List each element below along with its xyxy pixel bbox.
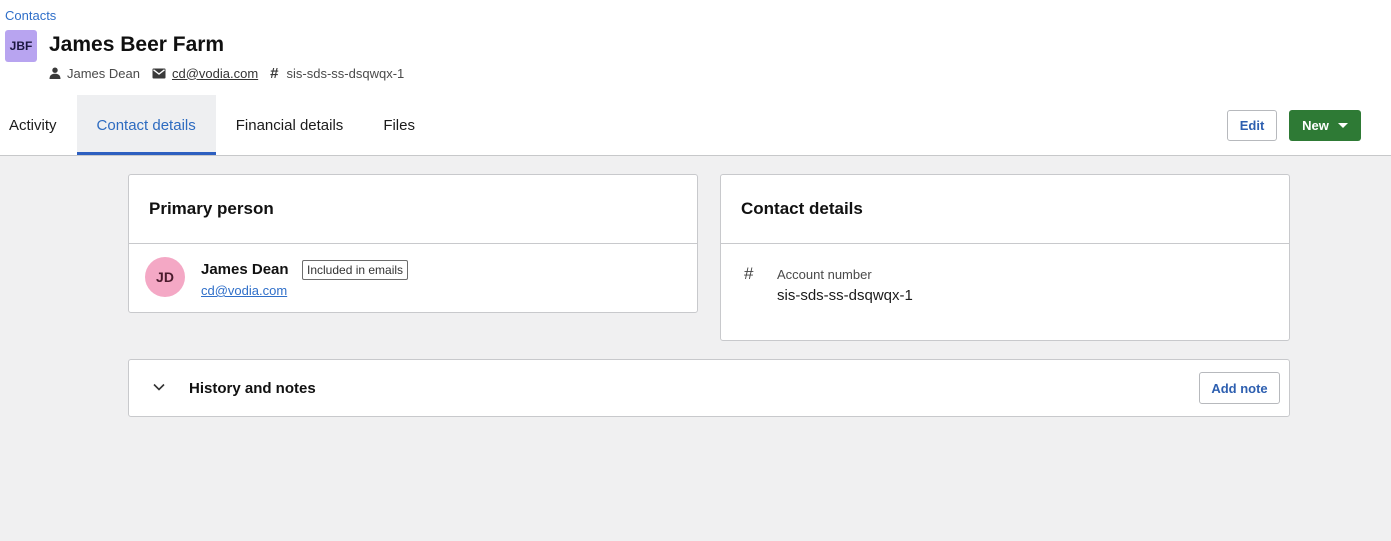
contact-details-title: Contact details (721, 175, 1289, 244)
meta-email: cd@vodia.com (152, 66, 258, 81)
page-header: Contacts JBF James Beer Farm James Dean … (0, 0, 1391, 156)
tab-contact-details[interactable]: Contact details (76, 95, 216, 155)
history-and-notes-panel: History and notes Add note (128, 359, 1290, 417)
account-number-label: Account number (777, 267, 872, 282)
hash-icon: # (270, 64, 279, 82)
new-button[interactable]: New (1289, 110, 1361, 141)
primary-person-card: Primary person JD James Dean Included in… (128, 174, 698, 313)
account-number-row: # Account number sis-sds-ss-dsqwqx-1 (721, 244, 1289, 340)
tab-files[interactable]: Files (363, 95, 435, 155)
meta-email-link[interactable]: cd@vodia.com (172, 66, 258, 81)
history-title: History and notes (189, 380, 316, 397)
person-icon (49, 67, 61, 79)
person-avatar: JD (145, 257, 185, 297)
breadcrumb-contacts[interactable]: Contacts (5, 8, 56, 23)
new-button-label: New (1302, 118, 1329, 133)
hash-icon: # (744, 264, 754, 283)
person-name: James Dean (201, 261, 289, 278)
edit-button[interactable]: Edit (1227, 110, 1277, 141)
tab-financial-details[interactable]: Financial details (216, 95, 364, 155)
chevron-down-icon[interactable] (153, 383, 165, 391)
mail-icon (152, 68, 166, 78)
meta-account-number: sis-sds-ss-dsqwqx-1 (286, 65, 405, 81)
contact-details-card: Contact details # Account number sis-sds… (720, 174, 1290, 341)
account-number-value: sis-sds-ss-dsqwqx-1 (777, 287, 913, 304)
add-note-button[interactable]: Add note (1199, 372, 1280, 404)
person-email-link[interactable]: cd@vodia.com (201, 283, 287, 298)
contact-meta: James Dean cd@vodia.com # sis-sds-ss-dsq… (49, 64, 416, 82)
primary-person-row: JD James Dean Included in emails cd@vodi… (129, 244, 697, 312)
tab-activity[interactable]: Activity (0, 95, 77, 155)
meta-account: # sis-sds-ss-dsqwqx-1 (270, 65, 404, 82)
included-in-emails-badge: Included in emails (302, 260, 409, 280)
contact-avatar: JBF (5, 30, 37, 62)
tab-bar: Activity Contact details Financial detai… (0, 95, 435, 155)
primary-person-title: Primary person (129, 175, 697, 244)
meta-person: James Dean (49, 66, 140, 81)
caret-down-icon (1337, 123, 1348, 128)
meta-person-name: James Dean (67, 65, 140, 81)
page-title: James Beer Farm (49, 33, 225, 56)
